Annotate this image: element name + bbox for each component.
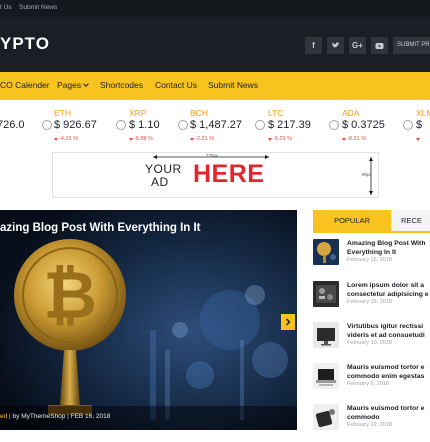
coin-change: -5.29 % [273,136,292,142]
coin-price: 726.0 [0,119,25,131]
nav-item-contact-us[interactable]: Contact Us [155,80,197,90]
coin-change: -4.15 % [59,136,78,142]
ad-text-here: HERE [193,160,265,188]
post-title[interactable]: Mauris euismod tortor e commodo [347,404,430,422]
post-title[interactable]: Virtutibus igitur rectissi videris et ad… [347,322,430,340]
top-link-contact[interactable]: t Us [0,4,12,11]
tabs-underline [313,231,430,233]
price-ticker: 726.0 ETH $ 926.67 -4.15 % XRP $ 1.10 -5… [0,100,430,150]
coin-price: $ 217.39 [268,119,311,131]
post-thumbnail[interactable] [313,322,339,348]
ad-text-ad: AD [151,175,169,189]
post-date: February 16, 2018 [347,257,392,263]
post-date: February 9, 2018 [347,381,389,387]
featured-author[interactable]: by MyThemeShop [13,413,66,420]
youtube-icon[interactable] [371,37,388,54]
svg-text:₿: ₿ [43,258,97,332]
coin-change: -8.31 % [347,136,366,142]
down-arrow-icon [54,138,58,141]
coin-icon [178,120,188,130]
post-title[interactable]: Amazing Blog Post With Everything In It [347,239,430,257]
google-plus-icon[interactable]: G+ [349,37,366,54]
tab-recent[interactable]: RECE [391,210,430,232]
coin-icon [116,120,126,130]
submit-press-button[interactable]: SUBMIT PRE [393,37,430,54]
coin-price: $ 1.10 [129,119,160,131]
ad-width-label: 728px [206,153,219,158]
coin-change: -5.98 % [134,136,153,142]
top-link-submit-news[interactable]: Submit News [19,4,57,11]
down-arrow-icon [129,138,133,141]
chevron-down-icon [83,81,89,87]
featured-image: ₿ [0,210,297,430]
coin-symbol: LTC [268,108,284,118]
coin-price: $ 926.67 [54,119,97,131]
coin-price: $ 1,487.27 [190,119,242,131]
featured-category[interactable]: ed [0,413,7,420]
post-thumbnail[interactable] [313,404,339,430]
ad-height-label: 90px [362,172,372,177]
coin-symbol: ADA [342,108,360,118]
main-nav: CO Calender Pages Shortcodes Contact Us … [0,72,430,100]
featured-slide[interactable]: ₿ [0,210,297,430]
featured-meta: ed | by MyThemeShop | FEB 16, 2018 [0,413,111,420]
featured-title[interactable]: azing Blog Post With Everything In It [0,222,201,234]
list-item[interactable]: Mauris euismod tortor e commodo February… [313,404,430,442]
down-arrow-icon [268,138,272,141]
list-item[interactable]: Virtutibus igitur rectissi videris et ad… [313,322,430,360]
coin-price: $ 0.3725 [342,119,385,131]
coin-icon [403,120,413,130]
ad-text-your: YOUR [145,162,182,176]
post-title[interactable]: Mauris euismod tortor e commodo enim ege… [347,363,430,381]
list-item[interactable]: Amazing Blog Post With Everything In It … [313,239,430,277]
coin-icon [42,120,52,130]
top-bar: t Us Submit News [0,0,430,17]
post-thumbnail[interactable] [313,281,339,307]
site-header: YPTO f G+ SUBMIT PRE [0,17,430,72]
post-date: February 16, 2018 [347,299,392,305]
coin-price: $ [416,119,423,131]
ad-banner[interactable]: 728px 90px YOUR AD HERE [52,152,379,198]
post-title[interactable]: Lorem ipsum dolor sit a consectetur adip… [347,281,430,299]
list-item[interactable]: Lorem ipsum dolor sit a consectetur adip… [313,281,430,319]
down-arrow-icon [416,138,420,141]
coin-symbol: XLM [416,108,430,118]
coin-symbol: XRP [129,108,147,118]
post-date: February 12, 2018 [347,422,392,428]
chevron-right-icon [285,318,291,326]
nav-item-shortcodes[interactable]: Shortcodes [100,80,143,90]
list-item[interactable]: Mauris euismod tortor e commodo enim ege… [313,363,430,401]
down-arrow-icon [190,138,194,141]
down-arrow-icon [342,138,346,141]
site-logo[interactable]: YPTO [0,34,50,54]
coin-symbol: BCH [190,108,208,118]
nav-item-pages-label: Pages [57,80,82,90]
featured-date: FEB 16, 2018 [70,413,111,420]
coin-symbol: ETH [54,108,71,118]
post-thumbnail[interactable] [313,239,339,265]
tab-popular[interactable]: POPULAR [313,210,391,232]
post-thumbnail[interactable] [313,363,339,389]
nav-item-pages[interactable]: Pages [57,80,89,90]
twitter-icon[interactable] [327,37,344,54]
nav-item-ico-calender[interactable]: CO Calender [0,80,50,90]
coin-icon [255,120,265,130]
post-date: February 10, 2018 [347,340,392,346]
coin-icon [329,120,339,130]
slider-next-button[interactable] [281,314,295,330]
sidebar-tabs: POPULAR RECE [313,210,430,232]
facebook-icon[interactable]: f [305,37,322,54]
coin-change: -2.31 % [195,136,214,142]
nav-item-submit-news[interactable]: Submit News [208,80,258,90]
